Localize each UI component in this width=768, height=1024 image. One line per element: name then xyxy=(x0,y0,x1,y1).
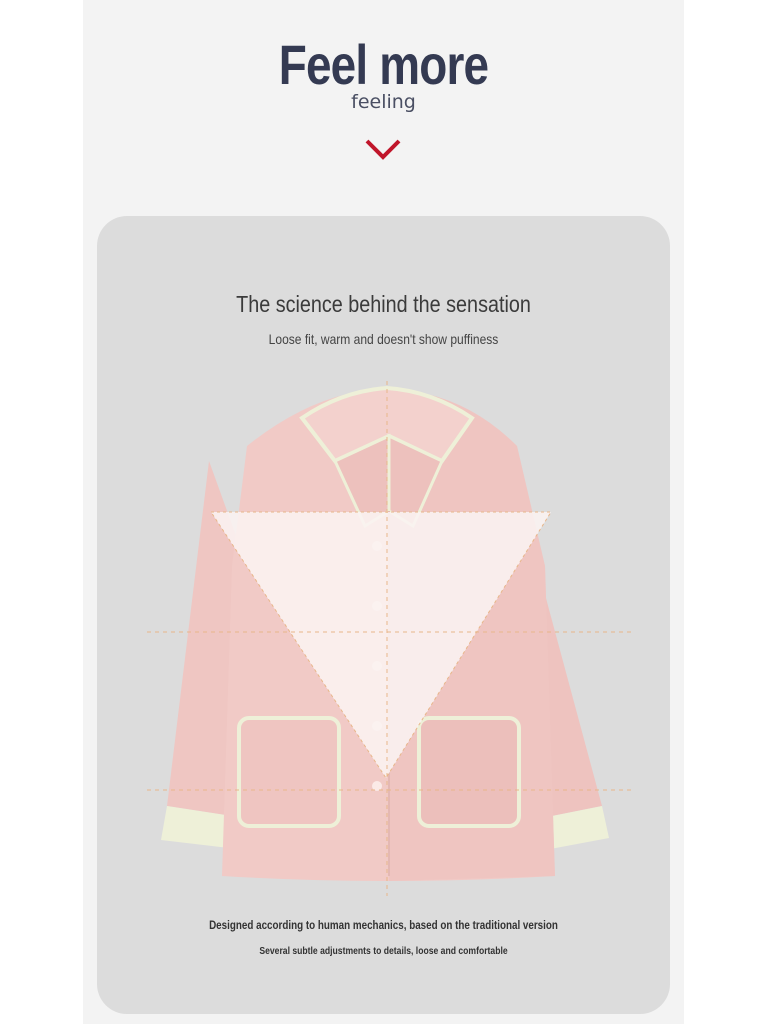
feature-card: The science behind the sensation Loose f… xyxy=(97,216,670,1014)
pajama-jacket-image xyxy=(147,381,632,896)
hero-subtitle: feeling xyxy=(351,91,416,113)
product-detail-page: Feel more feeling The science behind the… xyxy=(83,0,684,1024)
caption-secondary: Several subtle adjustments to details, l… xyxy=(259,945,508,957)
card-subtitle: Loose fit, warm and doesn't show puffine… xyxy=(268,331,499,347)
chevron-down-icon xyxy=(365,139,401,160)
caption-primary: Designed according to human mechanics, b… xyxy=(209,918,558,932)
card-title: The science behind the sensation xyxy=(236,291,531,317)
